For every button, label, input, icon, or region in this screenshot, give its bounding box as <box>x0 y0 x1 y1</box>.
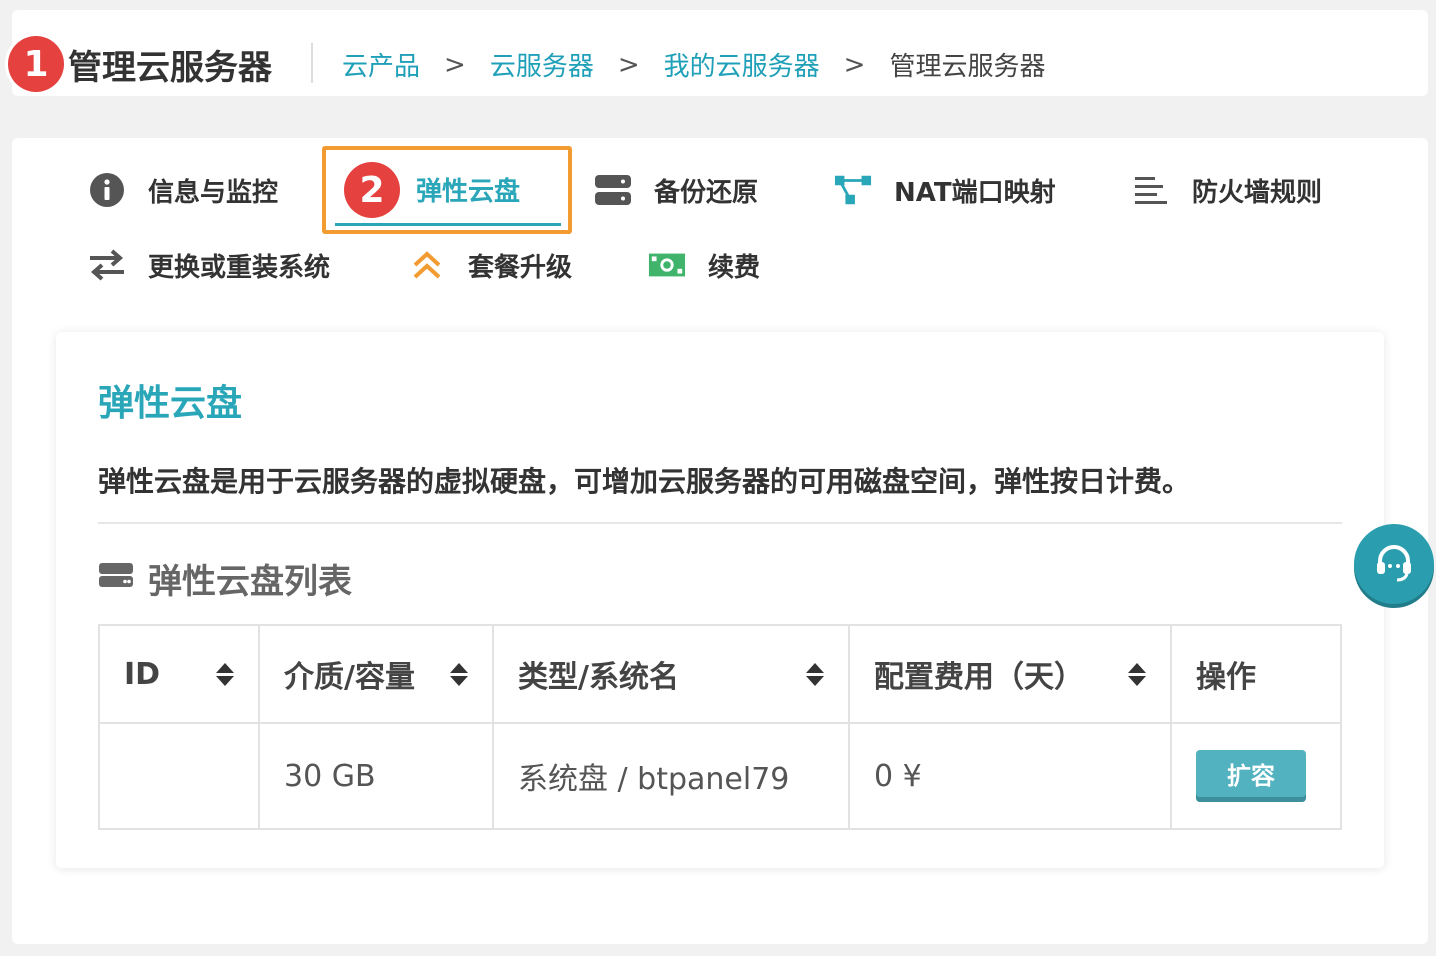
elastic-disk-panel: 弹性云盘 弹性云盘是用于云服务器的虚拟硬盘，可增加云服务器的可用磁盘空间，弹性按… <box>56 332 1384 868</box>
swap-icon <box>88 246 126 284</box>
breadcrumb-cloud-server[interactable]: 云服务器 <box>490 46 594 83</box>
nav-nat-port-mapping[interactable]: NAT端口映射 <box>834 171 1056 209</box>
cell-capacity: 30 GB <box>258 722 494 830</box>
step-badge-1: 1 <box>8 36 64 92</box>
nav-reinstall-system[interactable]: 更换或重装系统 <box>88 246 330 284</box>
disk-list-title: 弹性云盘列表 <box>148 562 352 602</box>
column-header-type[interactable]: 类型/系统名 <box>492 624 850 724</box>
nav-label: 信息与监控 <box>148 177 279 208</box>
hard-drive-icon <box>98 559 134 599</box>
panel-title: 弹性云盘 <box>98 383 243 424</box>
divider <box>98 522 1342 524</box>
disk-list-heading: 弹性云盘列表 <box>98 554 352 603</box>
step-badge-2: 2 <box>344 162 400 218</box>
nav-label: 更换或重装系统 <box>148 252 331 283</box>
cell-action: 扩容 <box>1170 722 1342 830</box>
upgrade-icon <box>408 246 446 284</box>
disk-table: ID 介质/容量 类型/系统名 配置费用（天） 操作 30 GB 系统盘 / b… <box>98 624 1342 830</box>
nav-elastic-disk[interactable]: 弹性云盘 <box>416 171 520 208</box>
server-icon <box>594 171 632 209</box>
column-header-cost[interactable]: 配置费用（天） <box>848 624 1172 724</box>
panel-description: 弹性云盘是用于云服务器的虚拟硬盘，可增加云服务器的可用磁盘空间，弹性按日计费。 <box>98 465 1191 498</box>
breadcrumb: 云产品 > 云服务器 > 我的云服务器 > 管理云服务器 <box>342 46 1045 83</box>
customer-support-button[interactable] <box>1354 524 1434 604</box>
breadcrumb-current: 管理云服务器 <box>889 52 1046 82</box>
nav-plan-upgrade[interactable]: 套餐升级 <box>408 246 572 284</box>
page-title: 管理云服务器 <box>68 48 272 88</box>
money-icon <box>648 246 686 284</box>
nav-backup-restore[interactable]: 备份还原 <box>594 171 758 209</box>
nav-renewal[interactable]: 续费 <box>648 246 760 284</box>
breadcrumb-cloud-products[interactable]: 云产品 <box>342 46 420 83</box>
headset-icon <box>1371 539 1417 589</box>
sort-icon[interactable] <box>216 662 234 686</box>
title-divider <box>311 43 313 83</box>
cell-type: 系统盘 / btpanel79 <box>492 722 850 830</box>
table-row: 30 GB 系统盘 / btpanel79 0 ¥ 扩容 <box>98 722 1342 830</box>
chevron-right-icon: > <box>444 49 466 80</box>
sort-icon[interactable] <box>1128 662 1146 686</box>
nav-label: 备份还原 <box>654 177 759 208</box>
column-header-action: 操作 <box>1170 624 1342 724</box>
breadcrumb-my-cloud-servers[interactable]: 我的云服务器 <box>664 46 820 83</box>
header-bar: 1 管理云服务器 云产品 > 云服务器 > 我的云服务器 > 管理云服务器 <box>8 10 1428 96</box>
nav-firewall-rules[interactable]: 防火墙规则 <box>1132 171 1322 209</box>
cell-cost: 0 ¥ <box>848 722 1172 830</box>
sort-icon[interactable] <box>450 662 468 686</box>
nav-label: 续费 <box>708 252 761 283</box>
network-icon <box>834 171 872 209</box>
nav-label: NAT端口映射 <box>894 177 1056 208</box>
chevron-right-icon: > <box>843 49 866 80</box>
sort-icon[interactable] <box>806 662 824 686</box>
column-header-capacity[interactable]: 介质/容量 <box>258 624 494 724</box>
list-icon <box>1132 171 1170 209</box>
nav-label: 套餐升级 <box>468 252 573 283</box>
nav-label: 防火墙规则 <box>1192 177 1323 208</box>
table-header-row: ID 介质/容量 类型/系统名 配置费用（天） 操作 <box>98 624 1342 724</box>
info-icon <box>88 171 126 209</box>
column-header-id[interactable]: ID <box>98 624 260 724</box>
chevron-right-icon: > <box>617 49 640 80</box>
expand-button[interactable]: 扩容 <box>1196 750 1306 802</box>
nav-label: 弹性云盘 <box>416 177 521 207</box>
cell-id <box>98 722 260 830</box>
nav-info-monitor[interactable]: 信息与监控 <box>88 171 278 209</box>
